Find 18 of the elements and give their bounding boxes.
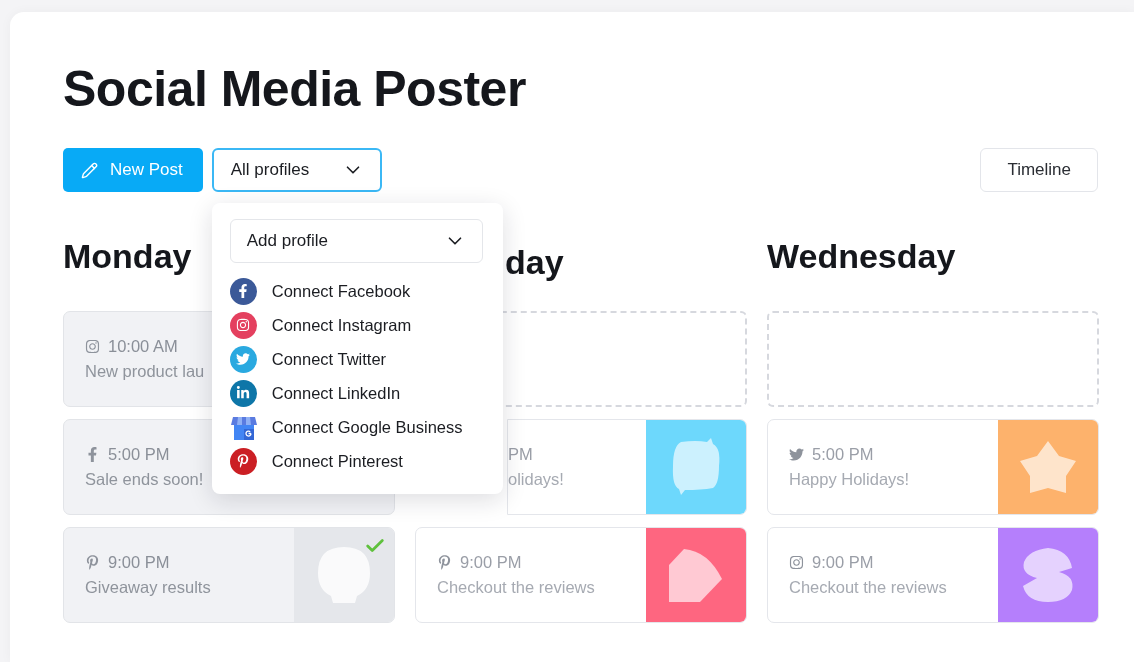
post-text: Giveaway results <box>85 577 212 597</box>
post-text: New product lau <box>85 361 206 381</box>
post-text: Checkout the reviews <box>437 577 596 597</box>
day-heading: Monday <box>63 236 192 277</box>
post-time: 9:00 PM <box>812 552 874 572</box>
page-title: Social Media Poster <box>63 62 527 117</box>
post-text: Sale ends soon! <box>85 469 205 489</box>
post-time: 10:00 AM <box>108 336 178 356</box>
day-heading: Wednesday <box>767 236 956 277</box>
post-text: Happy Holidays! <box>789 469 911 489</box>
day-heading: day <box>505 242 564 283</box>
post-time: 9:00 PM <box>108 552 170 572</box>
post-time: 9:00 PM <box>460 552 522 572</box>
post-text: Checkout the reviews <box>789 577 948 597</box>
post-time: PM <box>508 444 533 464</box>
post-time: 5:00 PM <box>812 444 874 464</box>
post-time: 5:00 PM <box>108 444 170 464</box>
post-text: olidays! <box>508 469 565 489</box>
